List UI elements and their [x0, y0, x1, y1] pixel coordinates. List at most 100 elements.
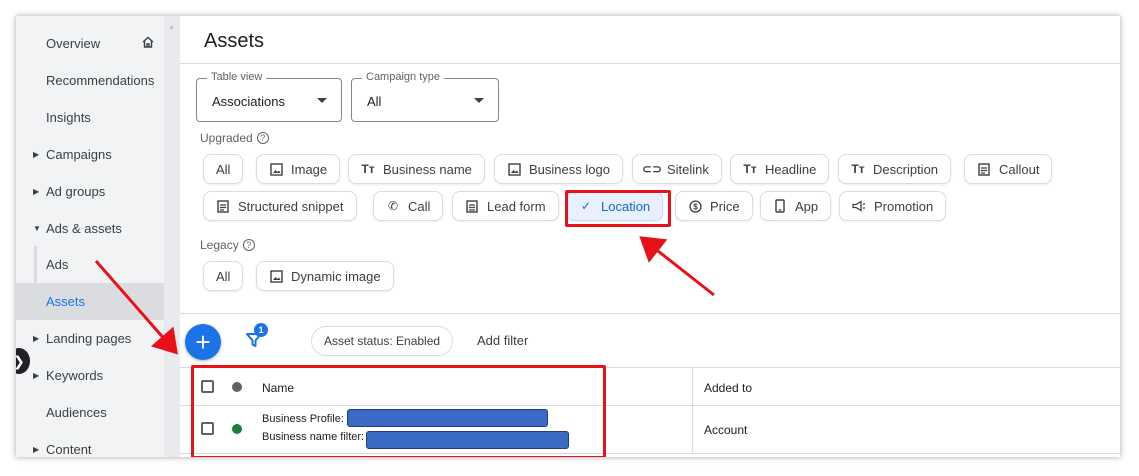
text-format-icon: Tт: [851, 162, 865, 176]
chip-label: All: [216, 268, 231, 284]
sidebar-item-ads[interactable]: Ads: [16, 246, 164, 283]
home-icon[interactable]: [142, 36, 154, 48]
chip-all[interactable]: All: [203, 154, 244, 184]
sidebar-item-label: Ads: [46, 257, 69, 272]
chip-label: Call: [408, 198, 431, 214]
scroll-up-icon[interactable]: ▲: [168, 24, 176, 31]
sidebar-item-label: Ads & assets: [46, 221, 122, 236]
caret-right-icon: ▶: [33, 187, 40, 196]
sidebar-item-assets[interactable]: Assets: [16, 283, 164, 320]
phone-icon: ✆: [387, 199, 399, 213]
chip-structured-snippet[interactable]: Structured snippet: [203, 191, 357, 221]
chip-call[interactable]: ✆ Call: [373, 191, 444, 221]
sidebar-item-audiences[interactable]: Audiences: [16, 394, 164, 431]
caret-right-icon: ▶: [33, 334, 40, 343]
sidebar-item-recommendations[interactable]: Recommendations: [16, 62, 164, 99]
chip-callout[interactable]: Callout: [964, 154, 1053, 184]
annotation-box-location: [565, 190, 671, 227]
plus-icon: +: [195, 326, 211, 357]
campaign-type-select[interactable]: Campaign type All: [351, 71, 499, 122]
sidebar-item-label: Content: [46, 442, 92, 457]
document-icon: [977, 162, 991, 176]
dropdown-arrow-icon: [474, 98, 484, 103]
link-icon: ⊂⊃: [641, 162, 663, 176]
chip-label: Business logo: [529, 161, 610, 177]
add-asset-button[interactable]: +: [185, 324, 221, 360]
column-header-added-to[interactable]: Added to: [704, 381, 752, 395]
page-header: Assets: [180, 16, 1120, 64]
chip-price[interactable]: $ Price: [675, 191, 753, 221]
section-label-text: Upgraded: [200, 131, 253, 145]
sidebar-item-ad-groups[interactable]: ▶ Ad groups: [16, 173, 164, 210]
sidebar-item-label: Ad groups: [46, 184, 106, 199]
select-value: Associations: [212, 94, 285, 109]
chip-label: Price: [710, 198, 740, 214]
chip-legacy-all[interactable]: All: [203, 261, 244, 291]
sidebar-item-landing-pages[interactable]: ▶ Landing pages: [16, 320, 164, 357]
sidebar-item-keywords[interactable]: ▶ Keywords: [16, 357, 164, 394]
chip-headline[interactable]: Tт Headline: [730, 154, 830, 184]
sidebar-item-campaigns[interactable]: ▶ Campaigns: [16, 136, 164, 173]
chip-description[interactable]: Tт Description: [838, 154, 952, 184]
svg-text:$: $: [693, 202, 698, 211]
select-legend: Table view: [207, 71, 267, 83]
filter-count-badge: 1: [254, 323, 268, 337]
caret-right-icon: ▶: [33, 150, 40, 159]
chip-label: Promotion: [874, 198, 934, 214]
chip-label: Image: [291, 161, 328, 177]
chip-business-name[interactable]: Tт Business name: [348, 154, 485, 184]
annotation-box-table: [191, 365, 606, 457]
select-legend: Campaign type: [362, 71, 444, 83]
help-icon[interactable]: ?: [242, 239, 255, 251]
sidebar-item-label: Recommendations: [46, 73, 155, 88]
caret-down-icon: ▼: [33, 224, 41, 233]
sidebar-item-label: Overview: [46, 36, 101, 51]
mobile-icon: [773, 199, 787, 213]
chip-lead-form[interactable]: Lead form: [452, 191, 559, 221]
left-nav: Overview Recommendations Insights ▶ Camp…: [16, 16, 164, 457]
help-icon[interactable]: ?: [256, 132, 269, 144]
chip-label: Lead form: [487, 198, 546, 214]
chip-business-logo[interactable]: Business logo: [494, 154, 623, 184]
document-icon: [216, 199, 230, 213]
asset-filters-panel: Table view Associations Campaign type Al…: [180, 64, 1120, 314]
sidebar-item-label: Campaigns: [46, 147, 112, 162]
chip-app[interactable]: App: [760, 191, 832, 221]
table-view-select[interactable]: Table view Associations: [196, 71, 342, 122]
text-format-icon: Tт: [743, 162, 757, 176]
sidebar-item-insights[interactable]: Insights: [16, 99, 164, 136]
chevron-right-icon: ❯: [16, 353, 25, 370]
add-filter-button[interactable]: Add filter: [477, 333, 528, 348]
added-to-cell: Account: [704, 423, 748, 437]
sidebar-scrollbar[interactable]: ▲: [164, 16, 180, 457]
chip-image[interactable]: Image: [256, 154, 341, 184]
caret-right-icon: ▶: [33, 371, 40, 380]
asset-status-filter-chip[interactable]: Asset status: Enabled: [311, 326, 454, 356]
chip-dynamic-image[interactable]: Dynamic image: [256, 261, 394, 291]
megaphone-icon: [852, 199, 866, 213]
list-icon: [465, 199, 479, 213]
chip-label: Sitelink: [667, 161, 709, 177]
app-window: Overview Recommendations Insights ▶ Camp…: [16, 16, 1120, 457]
chip-sitelink[interactable]: ⊂⊃ Sitelink: [632, 154, 722, 184]
image-icon: [269, 269, 283, 283]
sidebar-item-content[interactable]: ▶ Content: [16, 431, 164, 457]
table-toolbar: + 1 Asset status: Enabled Add filter: [180, 315, 1120, 367]
sidebar-item-label: Assets: [46, 294, 86, 309]
chip-promotion[interactable]: Promotion: [839, 191, 947, 221]
caret-right-icon: ▶: [33, 445, 40, 454]
sidebar-item-label: Landing pages: [46, 331, 132, 346]
chip-label: Description: [873, 161, 939, 177]
chip-label: Dynamic image: [291, 268, 381, 284]
select-value: All: [367, 94, 382, 109]
text-format-icon: Tт: [361, 162, 375, 176]
page-title: Assets: [204, 30, 265, 52]
chip-label: Structured snippet: [238, 198, 344, 214]
legacy-section-label: Legacy ?: [200, 238, 255, 252]
chip-label: Headline: [765, 161, 817, 177]
dropdown-arrow-icon: [317, 98, 327, 103]
sidebar-item-label: Keywords: [46, 368, 104, 383]
sidebar-item-ads-and-assets[interactable]: ▼ Ads & assets: [16, 210, 164, 247]
section-label-text: Legacy: [200, 238, 239, 252]
sidebar-item-label: Insights: [46, 110, 91, 125]
